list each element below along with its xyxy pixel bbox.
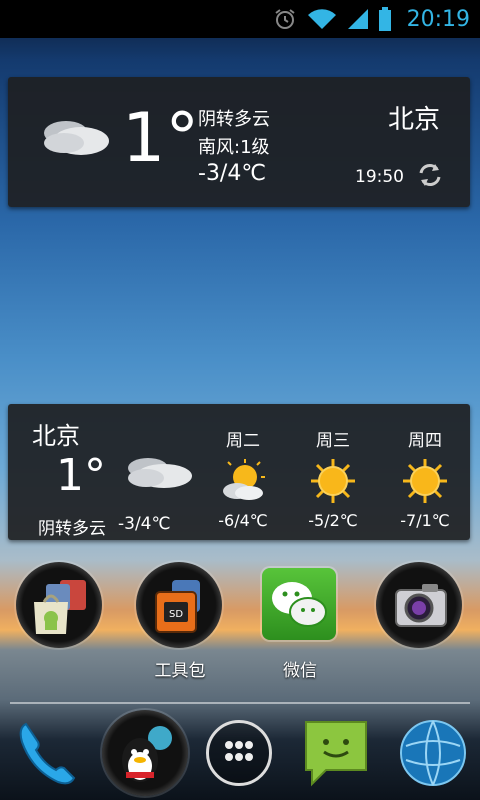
app-drawer-graphic [225,741,253,761]
dock-divider [10,702,470,704]
browser-icon[interactable] [398,718,468,788]
wechat-label: 微信 [283,661,317,681]
app-drawer-icon[interactable] [206,720,272,786]
city-name[interactable]: 北京 [388,99,440,136]
messages-icon[interactable] [302,720,370,788]
city-name: 北京 [32,422,80,450]
forecast-range: -7/1℃ [400,511,450,530]
battery-icon [378,7,391,31]
wind-info: 南风:1级 [198,137,270,158]
toolbox-label: 工具包 [154,661,206,681]
browser-graphic [400,720,466,786]
toolbox-graphic: SD [155,580,200,633]
weather-condition: 阴转多云 [198,109,270,130]
phone-graphic [19,722,76,785]
signal-icon [347,9,368,29]
weather-widget-current[interactable]: 1° 阴转多云 南风:1级 -3/4℃ 北京 19:50 [8,77,470,207]
alarm-icon [274,9,295,29]
status-bar: 20:19 [0,0,480,38]
cloudy-icon [128,458,192,488]
sunny-icon [311,459,355,503]
forecast-day-label: 周二 [226,431,260,451]
messages-graphic [305,721,367,787]
forecast-day-label: 周三 [316,431,350,451]
current-temperature: 1° [56,450,106,501]
qq-icon[interactable] [102,710,188,796]
store-folder-icon[interactable] [16,562,102,648]
partly-sunny-icon [223,459,265,500]
temperature-range: -3/4℃ [198,161,267,186]
camera-icon[interactable] [376,562,462,648]
qq-graphic [122,726,172,782]
forecast-range: -5/2℃ [308,511,358,530]
phone-icon[interactable] [12,716,84,788]
forecast-day: 周三 -5/2℃ [298,426,368,530]
cloudy-icon [44,121,109,155]
forecast-range: -6/4℃ [218,511,268,530]
refresh-icon[interactable] [416,161,444,189]
camera-graphic [395,584,447,627]
current-temperature: 1° [122,99,200,178]
temperature-range: -3/4℃ [118,514,171,534]
forecast-day-label: 周四 [408,431,442,451]
wifi-icon [307,9,336,30]
forecast-day: 周四 -7/1℃ [390,426,460,530]
status-time: 20:19 [406,6,470,32]
update-time: 19:50 [355,167,404,187]
forecast-day: 周二 -6/4℃ [208,426,278,530]
wechat-icon[interactable] [262,568,336,640]
toolbox-icon[interactable]: SD [136,562,222,648]
weather-condition: 阴转多云 [38,519,106,539]
weather-widget-forecast[interactable]: 北京 1° 阴转多云 -3/4℃ 周二 -6/4℃ 周三 -5/2℃ 周四 -7… [8,404,470,540]
store-folder-graphic [34,580,86,634]
sunny-icon [403,459,447,503]
wechat-graphic [272,582,327,627]
svg-text:SD: SD [169,609,183,620]
